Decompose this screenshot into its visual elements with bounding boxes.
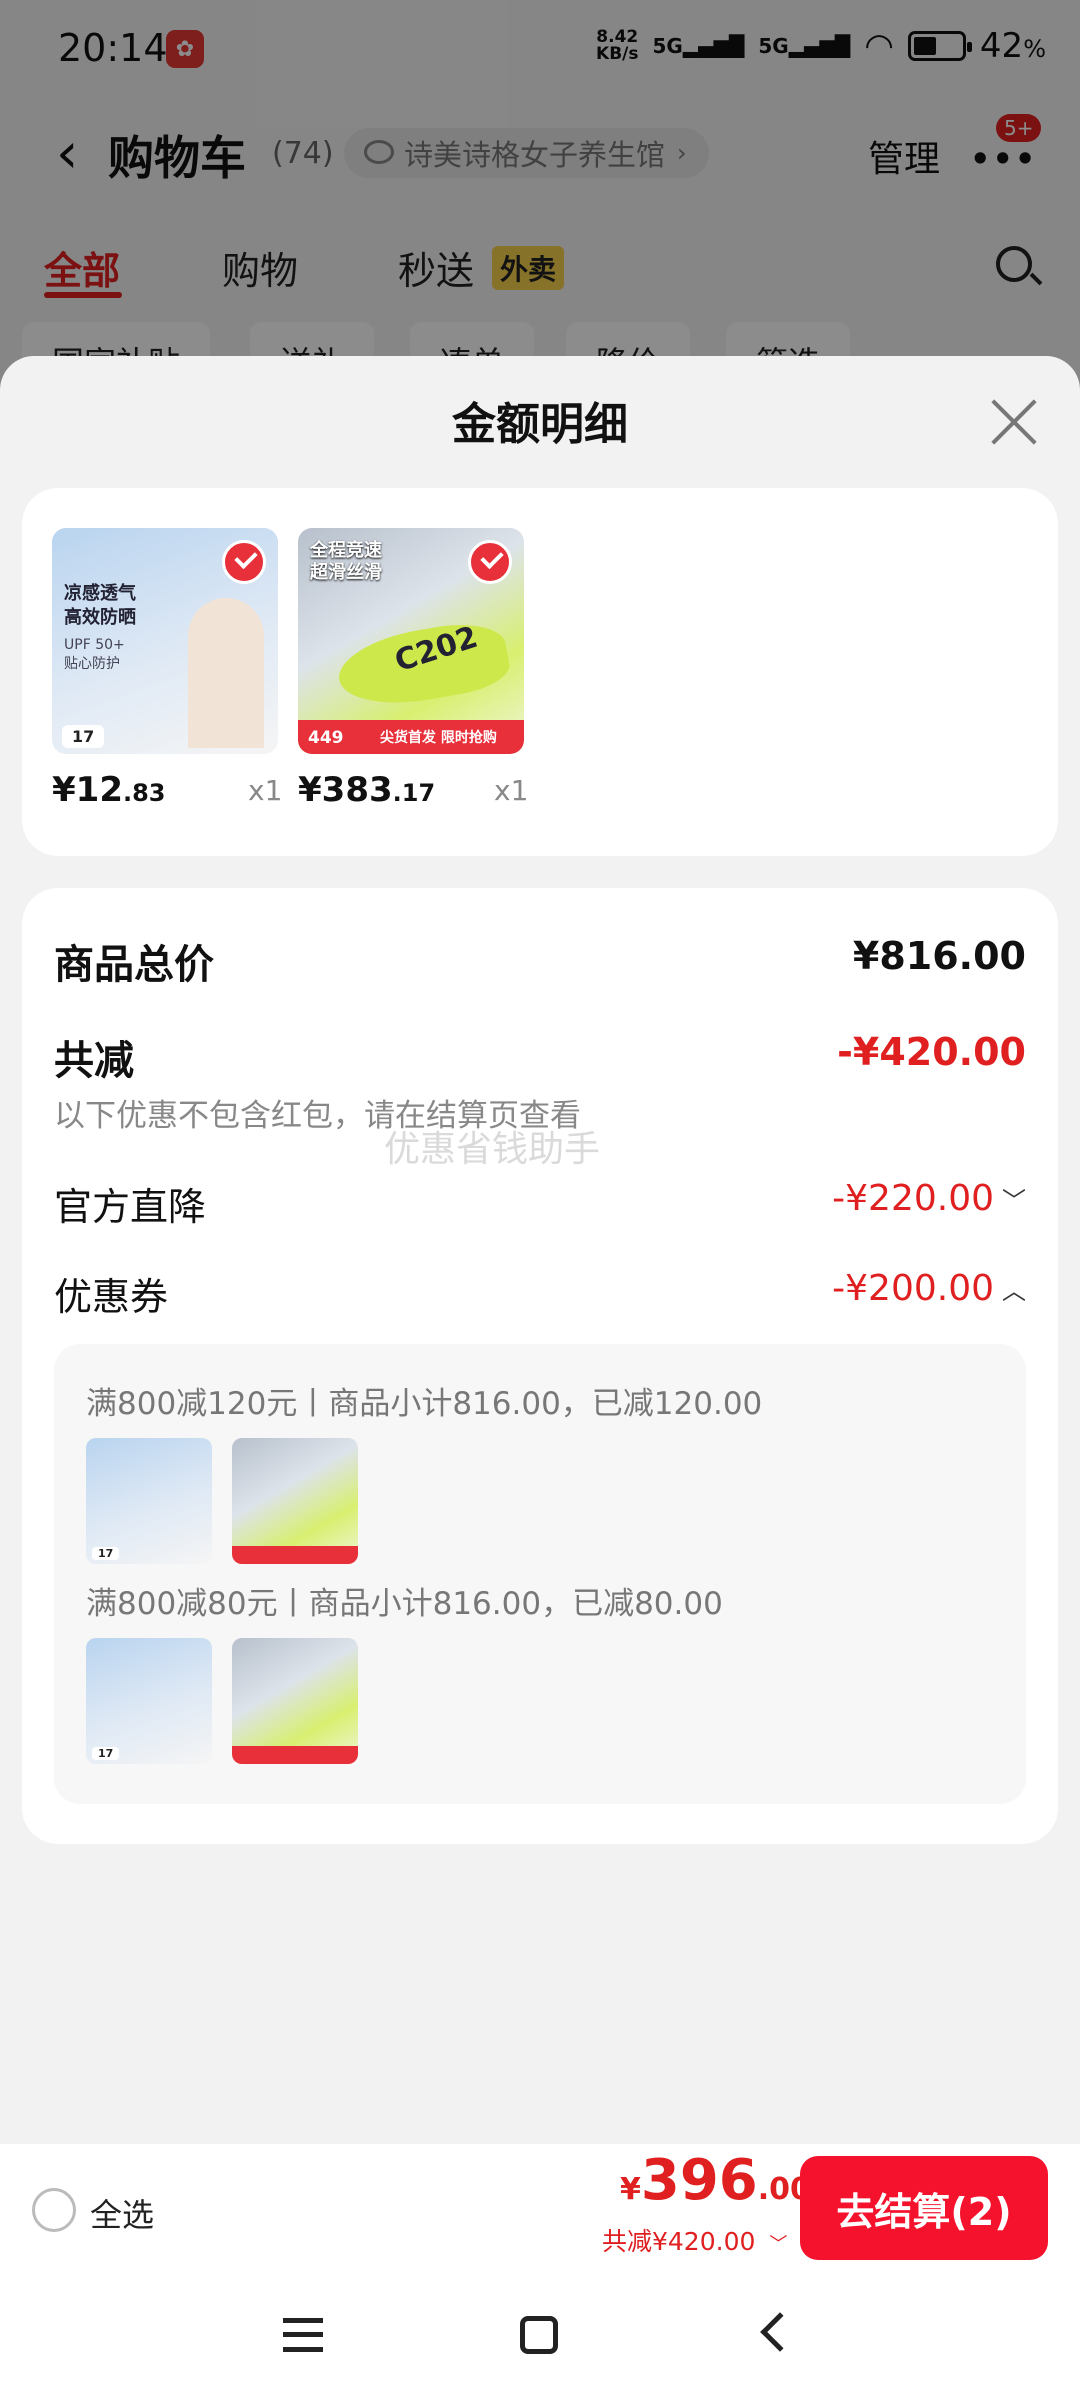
mini-art-price: 17: [92, 1747, 120, 1760]
total-value: ¥816.00: [852, 934, 1026, 978]
select-all-radio[interactable]: [32, 2188, 76, 2232]
mini-promo-strip: [232, 1546, 358, 1564]
mini-art-price: 17: [92, 1547, 120, 1560]
coupon-product-thumb: [232, 1438, 358, 1564]
coupon-detail-2: 满800减80元丨商品小计816.00，已减80.00: [86, 1586, 723, 1622]
watermark-text: 优惠省钱助手: [384, 1129, 601, 1170]
chevron-down-icon: ﹀: [1002, 1187, 1026, 1215]
coupon-product-thumb: 17: [86, 1638, 212, 1764]
coupon-detail-1: 满800减120元丨商品小计816.00，已减120.00: [86, 1386, 763, 1422]
total-price: ¥396.00: [620, 2148, 811, 2213]
coupon-label: 优惠券: [54, 1275, 169, 1319]
coupon-product-thumb: 17: [86, 1438, 212, 1564]
system-nav-bar: [0, 2274, 1080, 2400]
modal-overlay[interactable]: [0, 0, 1080, 400]
select-all-label[interactable]: 全选: [90, 2190, 154, 2236]
product-price: ¥12.83: [52, 770, 166, 810]
amount-detail-sheet: 金额明细 凉感透气 高效防晒 UPF 50+ 贴心防护 17 全程竞速 超滑丝滑…: [0, 356, 1080, 2400]
reduce-value: -¥420.00: [837, 1030, 1026, 1074]
coupon-row[interactable]: -¥200.00 ︿: [832, 1268, 1026, 1309]
selected-check-icon: [468, 540, 512, 584]
product-art-text: 凉感透气 高效防晒: [64, 583, 136, 628]
product-price: ¥383.17: [298, 770, 436, 810]
total-label: 商品总价: [54, 942, 214, 988]
mini-promo-strip: [232, 1746, 358, 1764]
chevron-down-icon: ﹀: [769, 2234, 788, 2255]
product-art-subtext: UPF 50+ 贴心防护: [64, 637, 125, 672]
menu-icon[interactable]: [283, 2318, 323, 2352]
official-discount-label: 官方直降: [54, 1185, 207, 1229]
checkout-button[interactable]: 去结算(2): [800, 2156, 1048, 2260]
reduce-label: 共减: [54, 1038, 134, 1084]
official-discount-row[interactable]: -¥220.00 ﹀: [832, 1178, 1026, 1219]
model-figure: [188, 598, 264, 748]
product-art-text: 全程竞速 超滑丝滑: [310, 540, 382, 583]
close-icon[interactable]: [990, 398, 1038, 446]
coupon-detail-box: 满800减120元丨商品小计816.00，已减120.00 17 满800减80…: [54, 1344, 1026, 1804]
selected-check-icon: [222, 540, 266, 584]
product-qty: x1: [494, 774, 529, 807]
home-icon[interactable]: [520, 2316, 558, 2354]
price-summary-card: 商品总价 ¥816.00 共减 -¥420.00 以下优惠不包含红包，请在结算页…: [22, 888, 1058, 1844]
back-icon[interactable]: [760, 2312, 800, 2352]
promo-tag: 尖货首发 限时抢购: [380, 730, 497, 746]
product-thumb-sleeves[interactable]: 凉感透气 高效防晒 UPF 50+ 贴心防护 17: [52, 528, 278, 754]
chevron-up-icon: ︿: [1002, 1277, 1026, 1305]
reduce-summary[interactable]: 共减¥420.00 ﹀: [602, 2222, 787, 2258]
selected-products-card: 凉感透气 高效防晒 UPF 50+ 贴心防护 17 全程竞速 超滑丝滑 C202…: [22, 488, 1058, 856]
official-discount-value: -¥220.00: [832, 1178, 994, 1219]
product-thumb-shoe[interactable]: 全程竞速 超滑丝滑 C202 449 尖货首发 限时抢购: [298, 528, 524, 754]
product-qty: x1: [248, 774, 283, 807]
coupon-product-thumb: [232, 1638, 358, 1764]
sheet-title: 金额明细: [452, 399, 628, 450]
product-art-price: 17: [62, 725, 105, 748]
checkout-bar: 全选 ¥396.00 共减¥420.00 ﹀ 去结算(2): [0, 2144, 1080, 2274]
coupon-value: -¥200.00: [832, 1268, 994, 1309]
product-art-price: 449: [308, 728, 344, 748]
